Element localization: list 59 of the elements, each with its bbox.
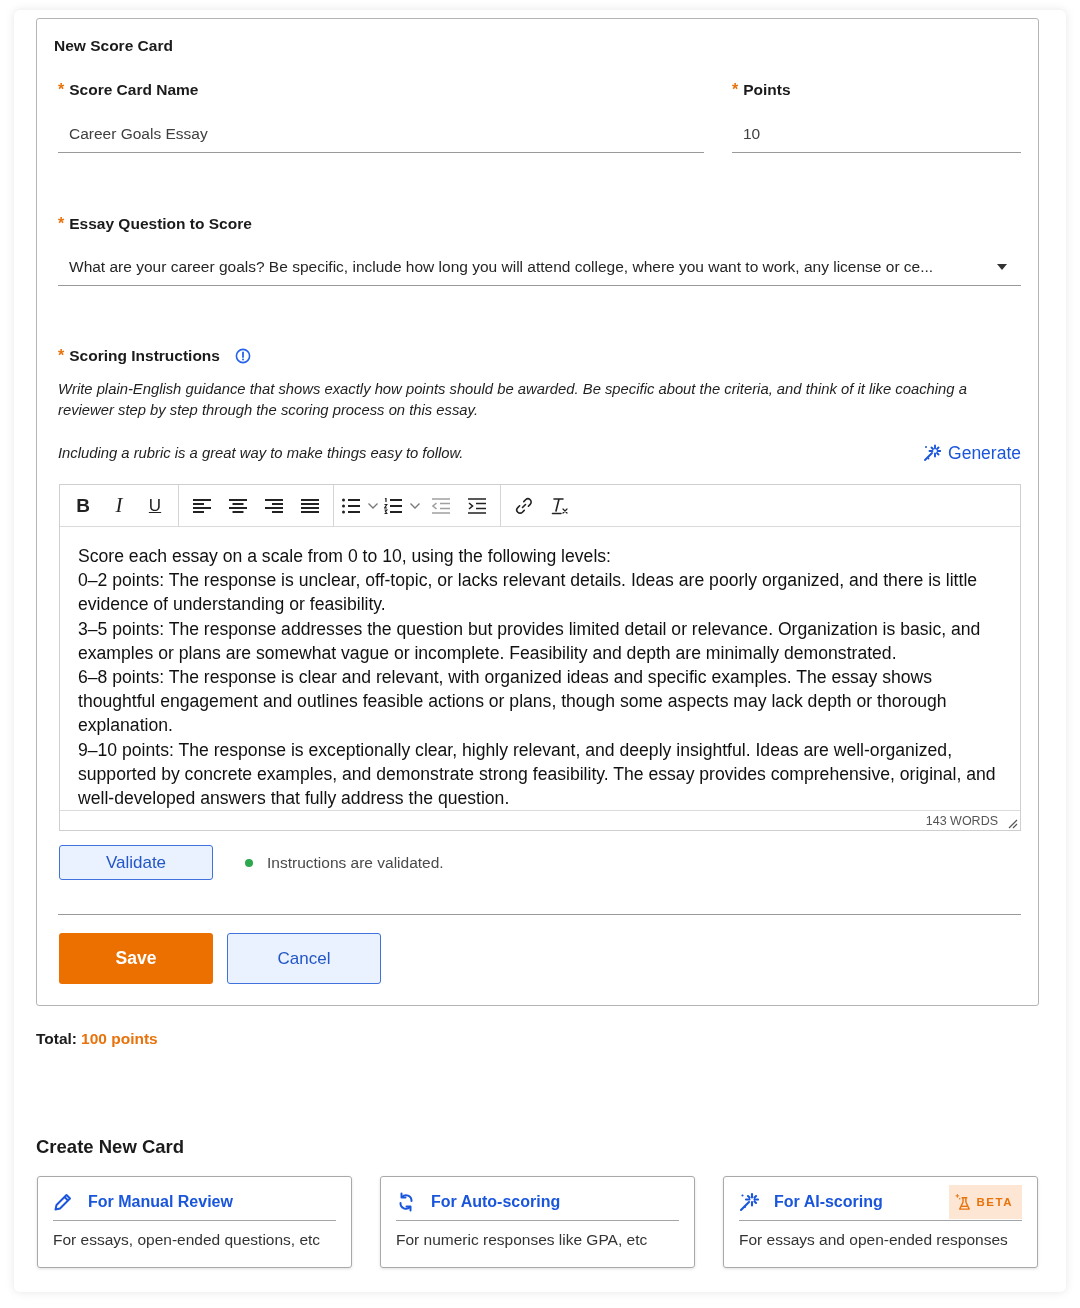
editor-paragraph: 0–2 points: The response is unclear, off-topic, or lacks relevant details. Ideas are poorly organized, and there is little evidence of understanding or feasibility.	[78, 569, 979, 617]
card-title-link[interactable]: For Auto-scoring	[431, 1193, 561, 1212]
help-text: Write plain-English guidance that shows exactly how points should be awarded. Be specific about the criteria, and think of it like coaching a reviewer step by step through the scoring process on this essay.	[58, 380, 968, 420]
generate-button[interactable]: Generate	[923, 442, 1021, 464]
chevron-down-icon	[368, 502, 378, 509]
link-icon	[515, 496, 533, 515]
underline-button[interactable]: U	[138, 490, 172, 521]
align-left-icon	[193, 497, 211, 514]
editor-paragraph: 6–8 points: The response is clear and relevant, with organized ideas and specific examples. The essay shows thoughtful engagement and outlines feasible actions or plans, though some aspects may lack depth or thorough explanation.	[78, 666, 948, 738]
required-mark: *	[58, 80, 65, 100]
total-label: Total:	[36, 1030, 78, 1048]
hint-text: Including a rubric is a great way to make things easy to follow.	[58, 444, 464, 463]
dropdown-caret-icon	[997, 264, 1007, 270]
card-title-link[interactable]: For AI-scoring	[774, 1193, 883, 1212]
section-heading: Create New Card	[36, 1136, 186, 1159]
card-name-field[interactable]: Career Goals Essay	[58, 116, 704, 153]
resize-handle-icon[interactable]	[1008, 819, 1018, 830]
flask-icon	[954, 1193, 972, 1211]
field-label: Points	[743, 80, 791, 100]
form-title: New Score Card	[54, 36, 174, 56]
magic-wand-icon	[739, 1192, 759, 1213]
word-count: 143 WORDS	[925, 813, 998, 828]
field-label: Essay Question to Score	[69, 214, 252, 234]
numbered-list-icon	[384, 497, 402, 514]
indent-icon	[468, 497, 486, 514]
clear-format-icon	[551, 496, 569, 515]
validation-status: Instructions are validated.	[267, 853, 444, 872]
required-mark: *	[58, 346, 65, 366]
bullet-list-icon	[342, 497, 360, 514]
bold-button[interactable]: B	[66, 490, 100, 521]
outdent-icon	[432, 497, 450, 514]
total-value: 100 points	[81, 1030, 158, 1048]
editor-paragraph: 3–5 points: The response addresses the question but provides limited detail or relevance. Organization is basic, and examples or plans are somewhat vague or incomplete. Feasibility and depth are minimally demonstrated.	[78, 617, 982, 665]
card-type-option[interactable]: For AI-scoring BETA For essays and open-ended responses	[723, 1176, 1038, 1269]
release-stage-label: BETA	[976, 1196, 1013, 1209]
card-title-link[interactable]: For Manual Review	[88, 1193, 233, 1212]
cancel-button[interactable]: Cancel	[227, 933, 381, 985]
card-type-option[interactable]: For Manual Review For essays, open-ended questions, etc	[37, 1176, 352, 1269]
align-right-icon	[265, 497, 283, 514]
field-label: Scoring Instructions	[69, 346, 220, 366]
validate-button[interactable]: Validate	[59, 845, 213, 881]
card-description: For essays and open-ended responses	[739, 1230, 1009, 1251]
magic-wand-icon	[923, 444, 942, 462]
required-mark: *	[732, 80, 739, 100]
align-center-icon	[229, 497, 247, 514]
justify-icon	[301, 497, 319, 514]
chevron-down-icon	[410, 502, 420, 509]
editor-paragraph: Score each essay on a scale from 0 to 10, using the following levels:	[78, 545, 612, 568]
pencil-icon	[53, 1192, 73, 1213]
field-label: Score Card Name	[69, 80, 199, 100]
card-description: For essays, open-ended questions, etc	[53, 1230, 322, 1251]
info-icon[interactable]	[234, 348, 251, 364]
card-description: For numeric responses like GPA, etc	[396, 1230, 649, 1251]
card-type-option[interactable]: For Auto-scoring For numeric responses like GPA, etc	[380, 1176, 695, 1269]
essay-question-select[interactable]: What are your career goals? Be specific, include how long you will attend college, where you want to work, any license or ce...	[58, 249, 1021, 286]
required-mark: *	[58, 214, 65, 234]
italic-button[interactable]: I	[102, 490, 136, 521]
editor-paragraph: 9–10 points: The response is exceptionally clear, highly relevant, and deeply insightful. Ideas are well-organized, supported by concrete examples, and demonstrate strong feasibility. The essay provides comprehensive, original, and well-developed answers that fully address the question.	[78, 738, 997, 811]
points-field[interactable]: 10	[732, 116, 1021, 153]
